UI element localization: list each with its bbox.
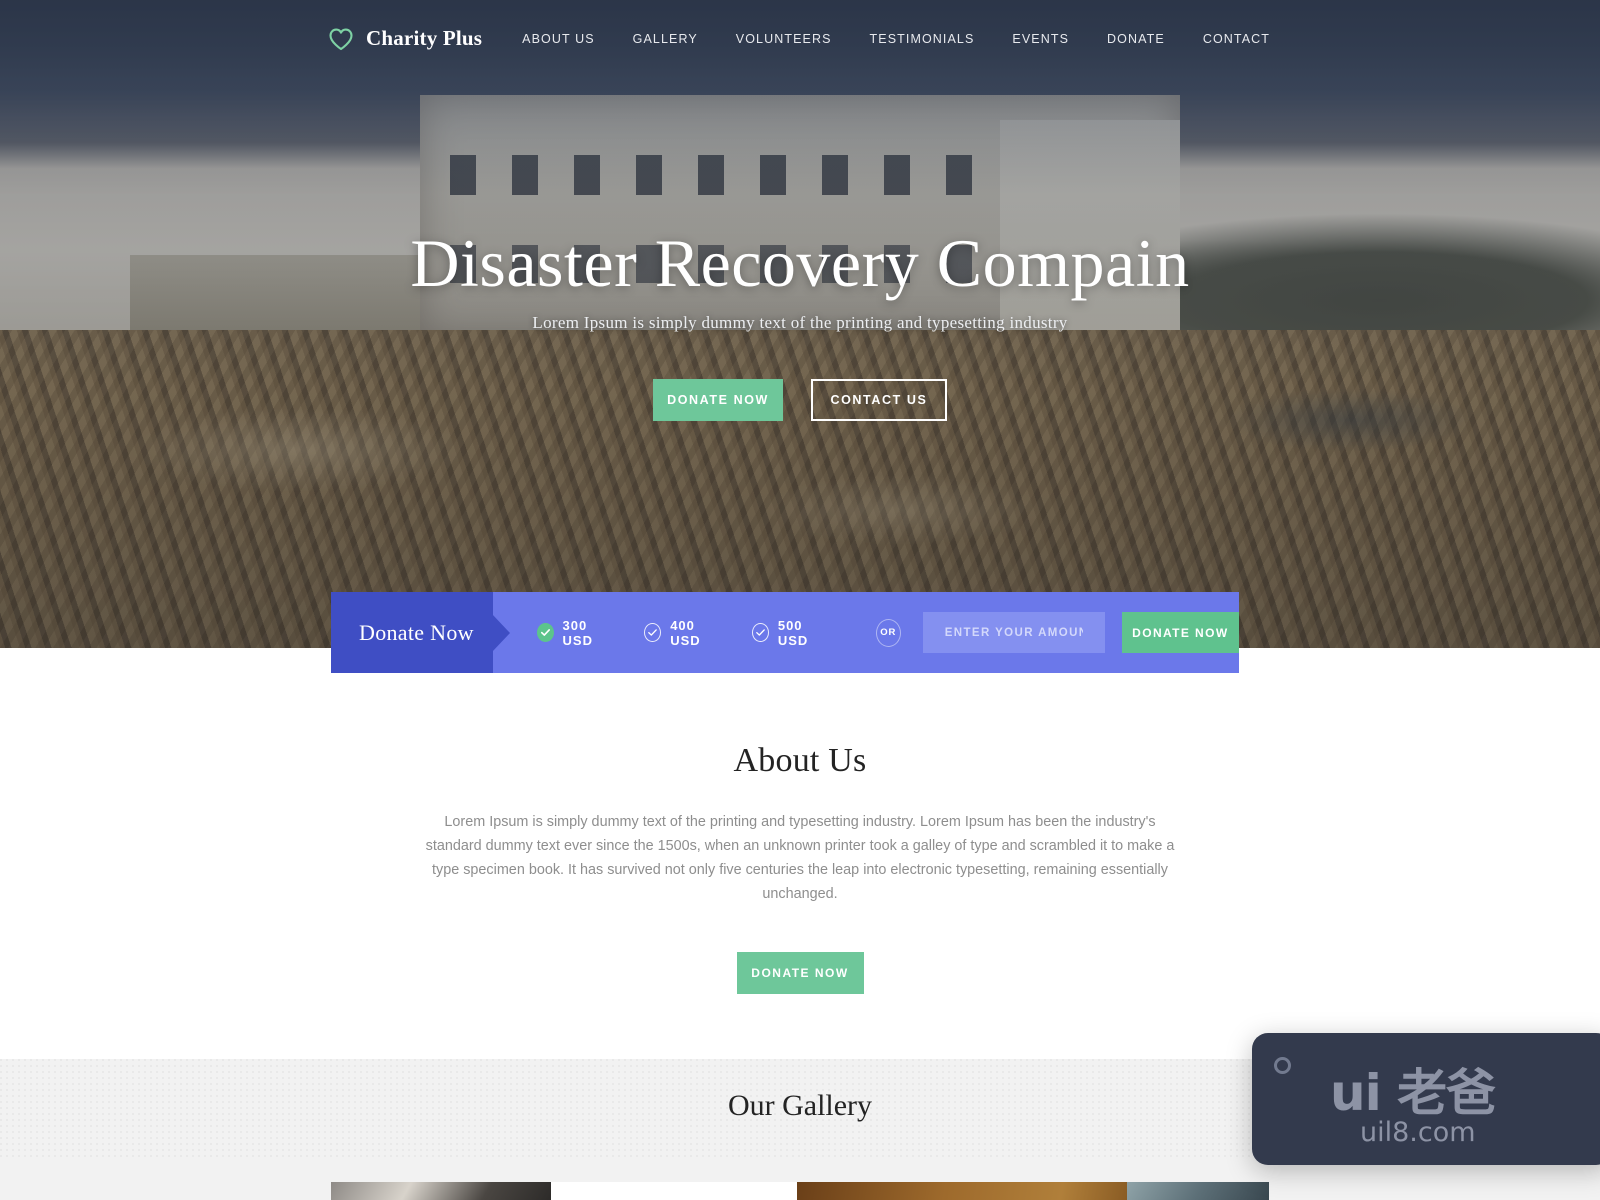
donate-bar-submit-button[interactable]: DONATE NOW [1121,612,1239,653]
gallery-thumbnails [331,1182,1269,1200]
watermark-badge: ui 老爸 uil8.com [1252,1033,1600,1165]
brand-name: Charity Plus [366,26,483,50]
gallery-thumb-1[interactable] [331,1182,551,1200]
custom-amount-input[interactable] [922,612,1105,653]
donate-bar-label: Donate Now [331,592,493,673]
gallery-thumb-3[interactable] [1127,1182,1269,1200]
hero-donate-now-button[interactable]: DONATE NOW [653,379,783,422]
gallery-thumb-2[interactable] [797,1182,1127,1200]
hero-title: Disaster Recovery Compain [410,225,1190,301]
donate-option-500-label: 500 USD [777,617,809,648]
about-title: About Us [733,742,867,779]
donate-option-300-label: 300 USD [562,617,593,648]
check-circle-icon [752,623,769,642]
donate-option-500[interactable]: 500 USD [752,618,830,648]
donate-option-400[interactable]: 400 USD [644,618,722,648]
watermark-sub-text: uil8.com [1360,1117,1476,1148]
watermark-main-text: ui 老爸 [1330,1064,1496,1122]
main-nav: ABOUT US GALLERY VOLUNTEERS TESTIMONIALS… [522,32,1270,46]
hero-contact-us-button[interactable]: CONTACT US [811,379,947,422]
heart-outline-icon [329,28,353,50]
nav-item-testimonials[interactable]: TESTIMONIALS [870,32,975,46]
about-section: About Us Lorem Ipsum is simply dummy tex… [0,648,1600,1059]
or-separator: OR [875,618,901,647]
check-circle-icon [536,623,554,642]
gallery-thumb-spacer [551,1182,797,1200]
hero-buttons: DONATE NOW CONTACT US [0,379,1600,422]
nav-item-events[interactable]: EVENTS [1012,32,1069,46]
brand-logo[interactable]: Charity Plus [328,26,482,51]
circle-icon [1274,1057,1291,1074]
check-circle-icon [644,623,662,642]
donate-bar: Donate Now 300 USD 400 USD 500 USD OR DO… [331,592,1239,673]
about-donate-now-button[interactable]: DONATE NOW [736,952,864,994]
donate-bar-label-text: Donate Now [359,619,474,645]
nav-item-gallery[interactable]: GALLERY [633,32,698,46]
nav-item-contact[interactable]: CONTACT [1203,32,1270,46]
about-paragraph: Lorem Ipsum is simply dummy text of the … [425,814,1175,902]
nav-item-donate[interactable]: DONATE [1107,32,1165,46]
site-header: Charity Plus ABOUT US GALLERY VOLUNTEERS… [0,0,1600,82]
donate-amount-options: 300 USD 400 USD 500 USD OR [493,592,901,673]
nav-item-volunteers[interactable]: VOLUNTEERS [736,32,832,46]
hero-subtitle: Lorem Ipsum is simply dummy text of the … [532,313,1068,333]
donate-option-400-label: 400 USD [670,617,701,648]
nav-item-about-us[interactable]: ABOUT US [522,32,594,46]
donate-option-300[interactable]: 300 USD [536,617,615,648]
